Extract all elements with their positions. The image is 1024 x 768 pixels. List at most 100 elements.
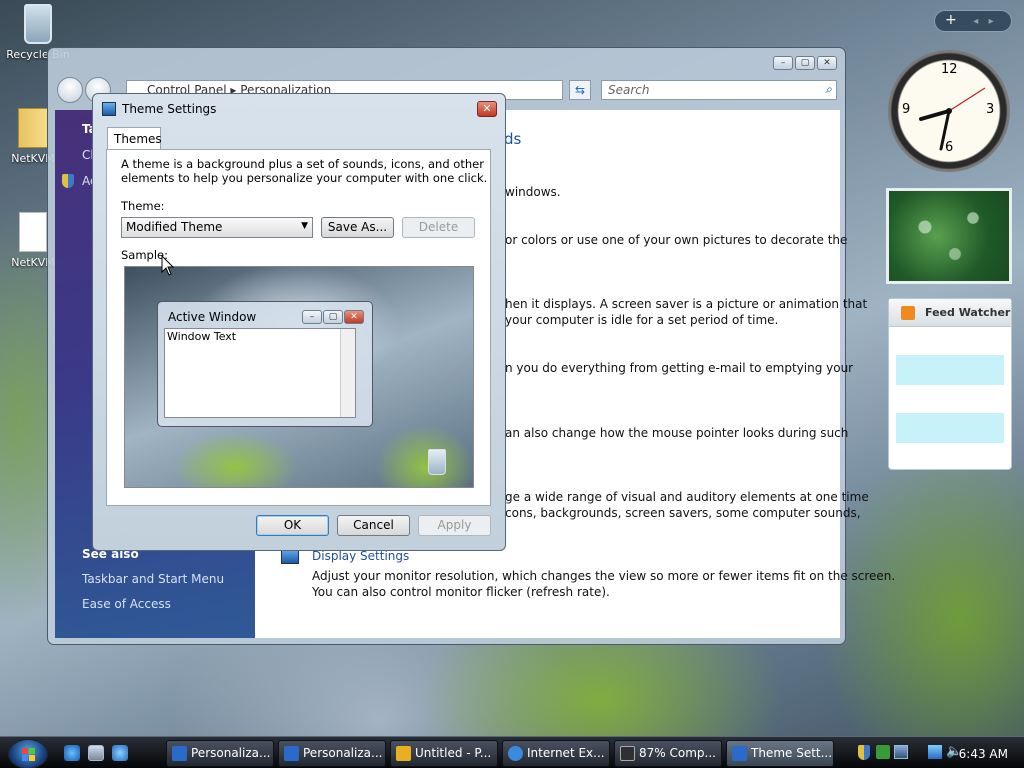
sample-window-title: Active Window	[168, 310, 257, 324]
ok-button[interactable]: OK	[256, 515, 329, 536]
system-tray: 🔈 6:43 AM	[852, 739, 1024, 767]
start-button[interactable]	[8, 739, 48, 768]
feed-header: Feed Watcher	[889, 299, 1011, 327]
sample-window-body: Window Text	[164, 328, 356, 418]
feed-item[interactable]	[896, 413, 1004, 443]
network-icon[interactable]	[894, 745, 908, 759]
apply-button[interactable]: Apply	[418, 515, 491, 536]
close-button[interactable]: ✕	[817, 56, 837, 70]
next-icon[interactable]: ▸	[989, 16, 994, 27]
feed-title: Feed Watcher	[925, 306, 1011, 319]
add-gadget-icon[interactable]: +	[945, 12, 957, 28]
theme-label: Theme:	[121, 199, 165, 213]
sample-window-text: Window Text	[167, 330, 237, 343]
shield-icon	[62, 174, 74, 188]
quicklaunch-ie-icon[interactable]	[64, 745, 80, 761]
search-input[interactable]: Search ⌕	[601, 80, 837, 100]
text-fragment: hen it displays. A screen saver is a pic…	[505, 297, 868, 311]
taskbar-button-label: Internet Ex...	[527, 746, 605, 760]
recycle-bin-icon	[24, 4, 52, 44]
heading-fragment: ds	[504, 130, 522, 148]
security-shield-icon[interactable]	[858, 745, 870, 760]
sample-maximize-icon: ▢	[323, 310, 343, 324]
clock-number: 12	[941, 62, 958, 77]
display-settings-description: Adjust your monitor resolution, which ch…	[312, 569, 896, 583]
taskbar-button-personalization-1[interactable]: Personaliza...	[166, 740, 274, 767]
text-fragment: an also change how the mouse pointer loo…	[505, 426, 849, 440]
leaf-photo-image	[889, 191, 1009, 281]
ease-of-access-link[interactable]: Ease of Access	[82, 597, 171, 611]
delete-button[interactable]: Delete	[402, 217, 475, 238]
text-fragment: cons, backgrounds, screen savers, some c…	[505, 506, 861, 520]
sample-scrollbar	[340, 329, 355, 417]
save-as-button[interactable]: Save As...	[321, 217, 394, 238]
sample-active-window: Active Window – ▢ ✕ Window Text	[157, 301, 373, 427]
taskbar-button-personalization-2[interactable]: Personaliza...	[278, 740, 386, 767]
connection-icon[interactable]	[876, 745, 890, 759]
search-icon[interactable]: ⌕	[825, 82, 832, 97]
sample-minimize-icon: –	[302, 310, 322, 324]
quicklaunch-switch-windows-icon[interactable]	[88, 745, 104, 761]
sample-recycle-bin-icon	[428, 449, 446, 475]
taskbar-start-menu-link[interactable]: Taskbar and Start Menu	[82, 572, 224, 586]
quicklaunch-browser-icon[interactable]	[112, 745, 128, 761]
text-fragment: ge a wide range of visual and auditory e…	[505, 490, 869, 504]
minimize-button[interactable]: –	[773, 56, 793, 70]
archive-icon	[620, 746, 635, 761]
feed-watcher-gadget[interactable]: Feed Watcher	[888, 298, 1012, 470]
control-panel-icon	[284, 746, 299, 761]
text-fragment: n you do everything from getting e-mail …	[505, 361, 854, 375]
taskbar-button-label: 87% Comp...	[639, 746, 716, 760]
control-panel-icon	[172, 746, 187, 761]
theme-settings-icon	[732, 746, 747, 761]
taskbar-button-label: Theme Sett...	[751, 746, 833, 760]
clock-number: 3	[986, 102, 995, 117]
refresh-button[interactable]: ⇆	[569, 80, 591, 100]
taskbar: Personaliza... Personaliza... Untitled -…	[0, 736, 1024, 768]
text-fragment: windows.	[505, 185, 561, 199]
feed-item[interactable]	[896, 355, 1004, 385]
previous-icon[interactable]: ◂	[973, 16, 978, 27]
slideshow-gadget[interactable]	[886, 188, 1012, 284]
theme-select-value: Modified Theme	[126, 220, 223, 234]
sample-close-icon: ✕	[344, 310, 364, 324]
back-button[interactable]	[57, 77, 83, 103]
chevron-down-icon: ▼	[301, 221, 308, 231]
windows-logo-icon	[22, 748, 35, 761]
theme-settings-app-icon	[102, 102, 116, 116]
document-icon	[19, 212, 47, 252]
mouse-cursor-icon	[161, 255, 175, 276]
dialog-close-button[interactable]: ✕	[477, 101, 497, 117]
clock-number: 6	[945, 140, 954, 155]
window-controls: – ▢ ✕	[773, 56, 837, 70]
sample-window-controls: – ▢ ✕	[302, 310, 364, 324]
display-settings-description: You can also control monitor flicker (re…	[312, 585, 610, 599]
text-fragment: or colors or use one of your own picture…	[505, 233, 848, 247]
internet-explorer-icon	[508, 746, 523, 761]
taskbar-clock[interactable]: 6:43 AM	[959, 747, 1008, 761]
folder-icon	[18, 108, 48, 148]
rss-icon	[901, 306, 915, 320]
text-fragment: your computer is idle for a set period o…	[505, 313, 779, 327]
paint-icon	[396, 746, 411, 761]
tab-themes[interactable]: Themes	[107, 127, 162, 150]
taskbar-button-label: Personaliza...	[191, 746, 271, 760]
taskbar-button-paint[interactable]: Untitled - P...	[390, 740, 498, 767]
taskbar-button-7zip[interactable]: 87% Comp...	[614, 740, 722, 767]
search-placeholder: Search	[608, 83, 650, 97]
sidebar-controls[interactable]: + ◂ ▸	[934, 10, 1012, 32]
maximize-button[interactable]: ▢	[795, 56, 815, 70]
theme-description: A theme is a background plus a set of so…	[121, 157, 487, 185]
clock-number: 9	[902, 102, 911, 117]
theme-description-line: elements to help you personalize your co…	[121, 171, 488, 185]
theme-sample-preview: Active Window – ▢ ✕ Window Text	[124, 266, 474, 488]
taskbar-button-label: Untitled - P...	[415, 746, 492, 760]
theme-select[interactable]: Modified Theme ▼	[121, 217, 313, 238]
taskbar-button-internet-explorer[interactable]: Internet Ex...	[502, 740, 610, 767]
cancel-button[interactable]: Cancel	[337, 515, 410, 536]
dialog-title: Theme Settings	[122, 102, 217, 116]
display-icon[interactable]	[928, 745, 942, 759]
theme-description-line: A theme is a background plus a set of so…	[121, 157, 484, 171]
taskbar-button-theme-settings[interactable]: Theme Sett...	[726, 740, 834, 767]
clock-gadget[interactable]: 12 3 6 9	[888, 50, 1010, 172]
